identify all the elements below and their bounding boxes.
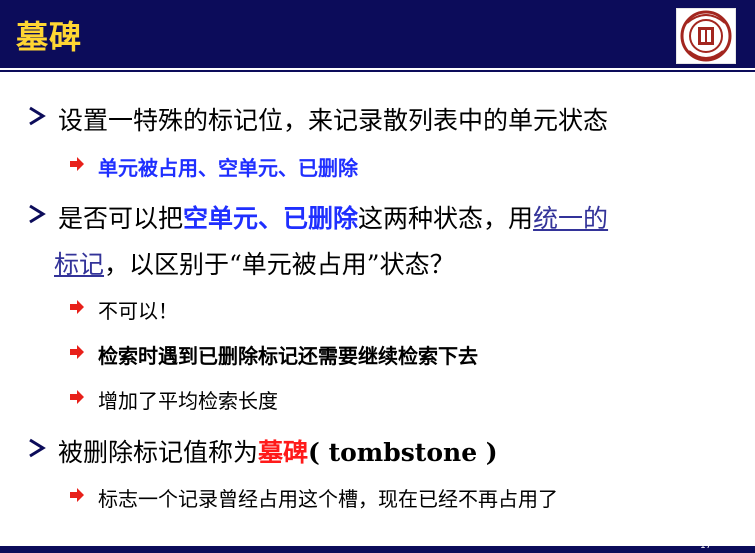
bullet-2-part1: 是否可以把 <box>58 204 184 233</box>
red-arrow-icon <box>70 390 84 404</box>
bullet-2-sub-2-text: 检索时遇到已删除标记还需要继续检索下去 <box>98 344 478 368</box>
chevron-right-icon <box>29 204 46 224</box>
bullet-3-highlight: 墓碑 <box>258 438 309 467</box>
bullet-2-link-2[interactable]: 标记 <box>54 250 104 279</box>
bullet-3-sub-1-text: 标志一个记录曾经占用这个槽，现在已经不再占用了 <box>98 487 558 511</box>
red-arrow-icon <box>70 488 84 502</box>
bullet-2-highlight: 空单元、已删除 <box>183 204 359 233</box>
bullet-2-sub-1-text: 不可以！ <box>98 299 178 323</box>
bullet-2-text: 是否可以把空单元、已删除这两种状态，用统一的 <box>58 199 608 235</box>
red-arrow-icon <box>70 345 84 359</box>
slide-header: 墓碑 <box>0 0 755 72</box>
red-arrow-icon <box>70 157 84 171</box>
bullet-2-link-1[interactable]: 统一的 <box>533 204 608 233</box>
bullet-2-part3: ，以区别于“单元被占用”状态？ <box>104 250 455 279</box>
slide-title: 墓碑 <box>16 18 83 56</box>
bullet-3-part1: 被删除标记值称为 <box>58 438 259 467</box>
bullet-2-cont-text: 标记，以区别于“单元被占用”状态？ <box>54 245 455 281</box>
bullet-2-part2: 这两种状态，用 <box>358 204 534 233</box>
chevron-right-icon <box>29 438 46 458</box>
header-divider <box>0 70 755 72</box>
page-number: 17 <box>700 541 712 551</box>
bullet-3-part2: ( tombstone ) <box>308 438 498 467</box>
bullet-3-text: 被删除标记值称为墓碑( tombstone ) <box>58 433 498 469</box>
bullet-1-text: 设置一特殊的标记位，来记录散列表中的单元状态 <box>58 106 609 135</box>
university-logo <box>676 8 736 64</box>
bullet-2-sub-3-text: 增加了平均检索长度 <box>98 389 278 413</box>
footer-bar <box>0 546 755 553</box>
red-arrow-icon <box>70 300 84 314</box>
bullet-1-sub-1-text: 单元被占用、空单元、已删除 <box>98 156 358 180</box>
chevron-right-icon <box>29 106 46 126</box>
